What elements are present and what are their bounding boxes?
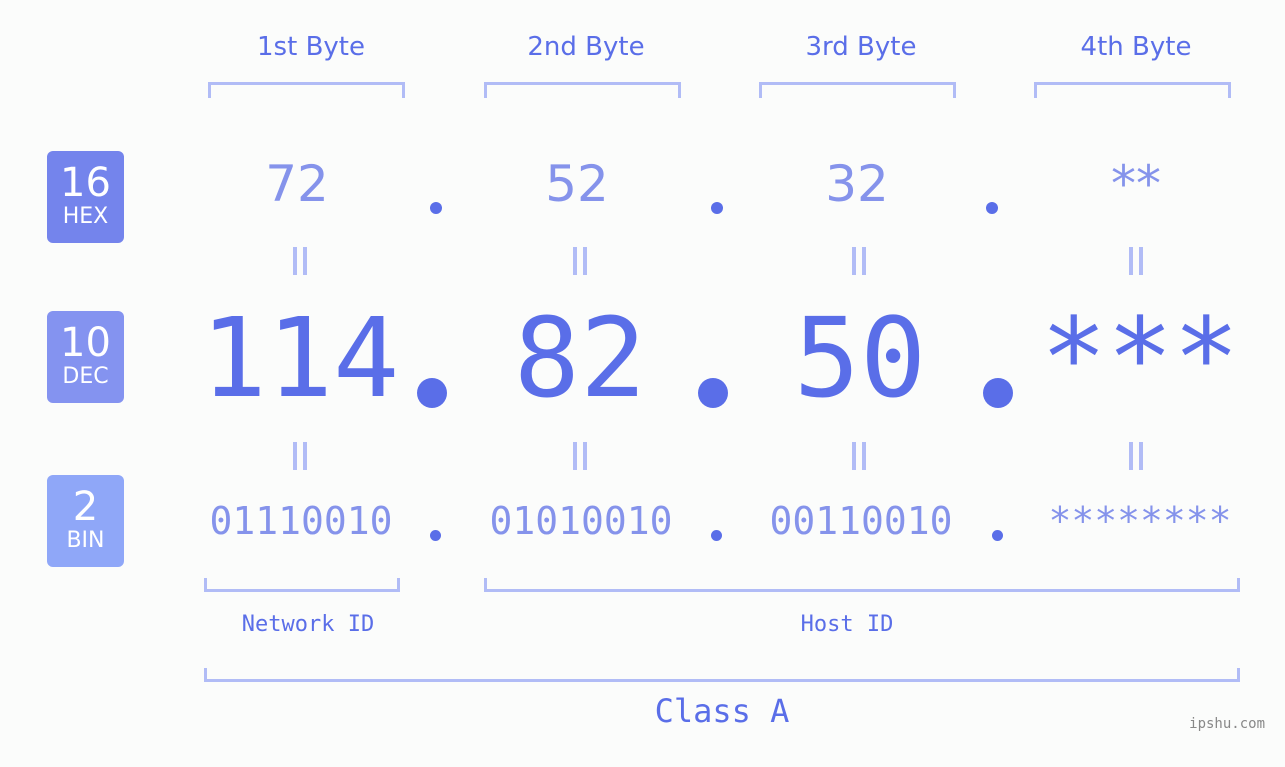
- equals-icon: [852, 247, 866, 275]
- class-label: Class A: [654, 692, 790, 730]
- bin-byte-2: 01010010: [489, 499, 673, 543]
- bracket-byte-4: [1034, 82, 1231, 98]
- hex-byte-1: 72: [265, 155, 329, 213]
- host-id-label: Host ID: [800, 612, 894, 637]
- equals-icon: [852, 442, 866, 470]
- bin-badge: 2 BIN: [47, 475, 124, 567]
- dec-dot-3: [983, 378, 1013, 408]
- bin-byte-4: ********: [1048, 499, 1232, 543]
- hex-base: 16: [60, 160, 111, 206]
- bin-dot-2: [711, 530, 722, 541]
- header-byte-1: 1st Byte: [257, 32, 365, 62]
- bin-base: 2: [72, 484, 99, 530]
- bin-byte-1: 01110010: [209, 499, 393, 543]
- equals-icon: [1129, 247, 1143, 275]
- dec-badge: 10 DEC: [47, 311, 124, 403]
- header-byte-3: 3rd Byte: [805, 32, 917, 62]
- bracket-byte-3: [759, 82, 956, 98]
- bin-label: BIN: [66, 528, 105, 553]
- bin-dot-3: [992, 530, 1003, 541]
- dec-byte-2: 82: [513, 294, 647, 422]
- equals-icon: [573, 247, 587, 275]
- hex-dot-2: [711, 202, 723, 214]
- equals-icon: [293, 247, 307, 275]
- class-bracket: [204, 668, 1240, 682]
- host-id-bracket: [484, 578, 1240, 592]
- watermark: ipshu.com: [1189, 716, 1265, 732]
- hex-byte-4: **: [1111, 155, 1161, 213]
- dec-byte-1: 114: [200, 294, 400, 422]
- hex-dot-3: [986, 202, 998, 214]
- hex-byte-3: 32: [825, 155, 889, 213]
- dec-base: 10: [60, 320, 111, 366]
- dec-dot-2: [698, 378, 728, 408]
- dec-label: DEC: [62, 364, 109, 389]
- hex-badge: 16 HEX: [47, 151, 124, 243]
- hex-byte-2: 52: [545, 155, 609, 213]
- bracket-byte-2: [484, 82, 681, 98]
- bin-dot-1: [430, 530, 441, 541]
- bracket-byte-1: [208, 82, 405, 98]
- equals-icon: [573, 442, 587, 470]
- header-byte-2: 2nd Byte: [527, 32, 645, 62]
- header-byte-4: 4th Byte: [1080, 32, 1192, 62]
- dec-dot-1: [417, 378, 447, 408]
- equals-icon: [1129, 442, 1143, 470]
- bin-byte-3: 00110010: [769, 499, 953, 543]
- network-id-bracket: [204, 578, 400, 592]
- hex-dot-1: [430, 202, 442, 214]
- dec-byte-4: ***: [1040, 294, 1240, 422]
- dec-byte-3: 50: [793, 294, 927, 422]
- network-id-label: Network ID: [241, 612, 375, 637]
- equals-icon: [293, 442, 307, 470]
- hex-label: HEX: [62, 204, 109, 229]
